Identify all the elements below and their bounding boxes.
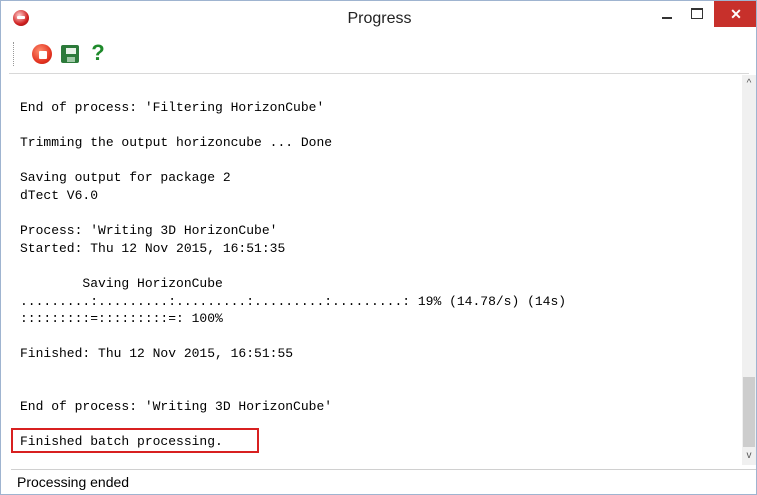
save-icon: [61, 45, 79, 63]
minimize-button[interactable]: [653, 1, 681, 27]
status-bar: Processing ended: [11, 469, 756, 494]
log-text: End of process: 'Filtering HorizonCube' …: [20, 100, 567, 450]
help-button[interactable]: ?: [87, 40, 109, 65]
title-bar[interactable]: Progress ✕: [1, 1, 756, 37]
highlight-box: [11, 428, 259, 453]
scroll-down-icon[interactable]: v: [742, 449, 756, 463]
progress-window: Progress ✕ ? End of process: 'Filtering …: [0, 0, 757, 495]
save-icon-label: [66, 48, 76, 54]
stop-icon-square: [39, 51, 47, 59]
vertical-scrollbar[interactable]: ^ v: [742, 75, 756, 465]
scroll-up-icon[interactable]: ^: [742, 77, 756, 91]
toolbar: ?: [9, 39, 749, 69]
status-text: Processing ended: [17, 474, 130, 490]
save-icon-shutter: [67, 57, 75, 62]
close-icon: ✕: [730, 6, 742, 22]
window-title: Progress: [347, 10, 412, 27]
scroll-thumb[interactable]: [743, 377, 755, 447]
save-button[interactable]: [59, 43, 81, 65]
toolbar-separator: [9, 73, 749, 74]
stop-icon: [32, 44, 52, 64]
log-output[interactable]: End of process: 'Filtering HorizonCube' …: [11, 75, 740, 465]
help-icon: ?: [91, 40, 105, 65]
close-button[interactable]: ✕: [714, 1, 756, 27]
stop-button[interactable]: [31, 43, 53, 65]
toolbar-grip[interactable]: [13, 42, 16, 66]
maximize-button[interactable]: [683, 1, 711, 27]
